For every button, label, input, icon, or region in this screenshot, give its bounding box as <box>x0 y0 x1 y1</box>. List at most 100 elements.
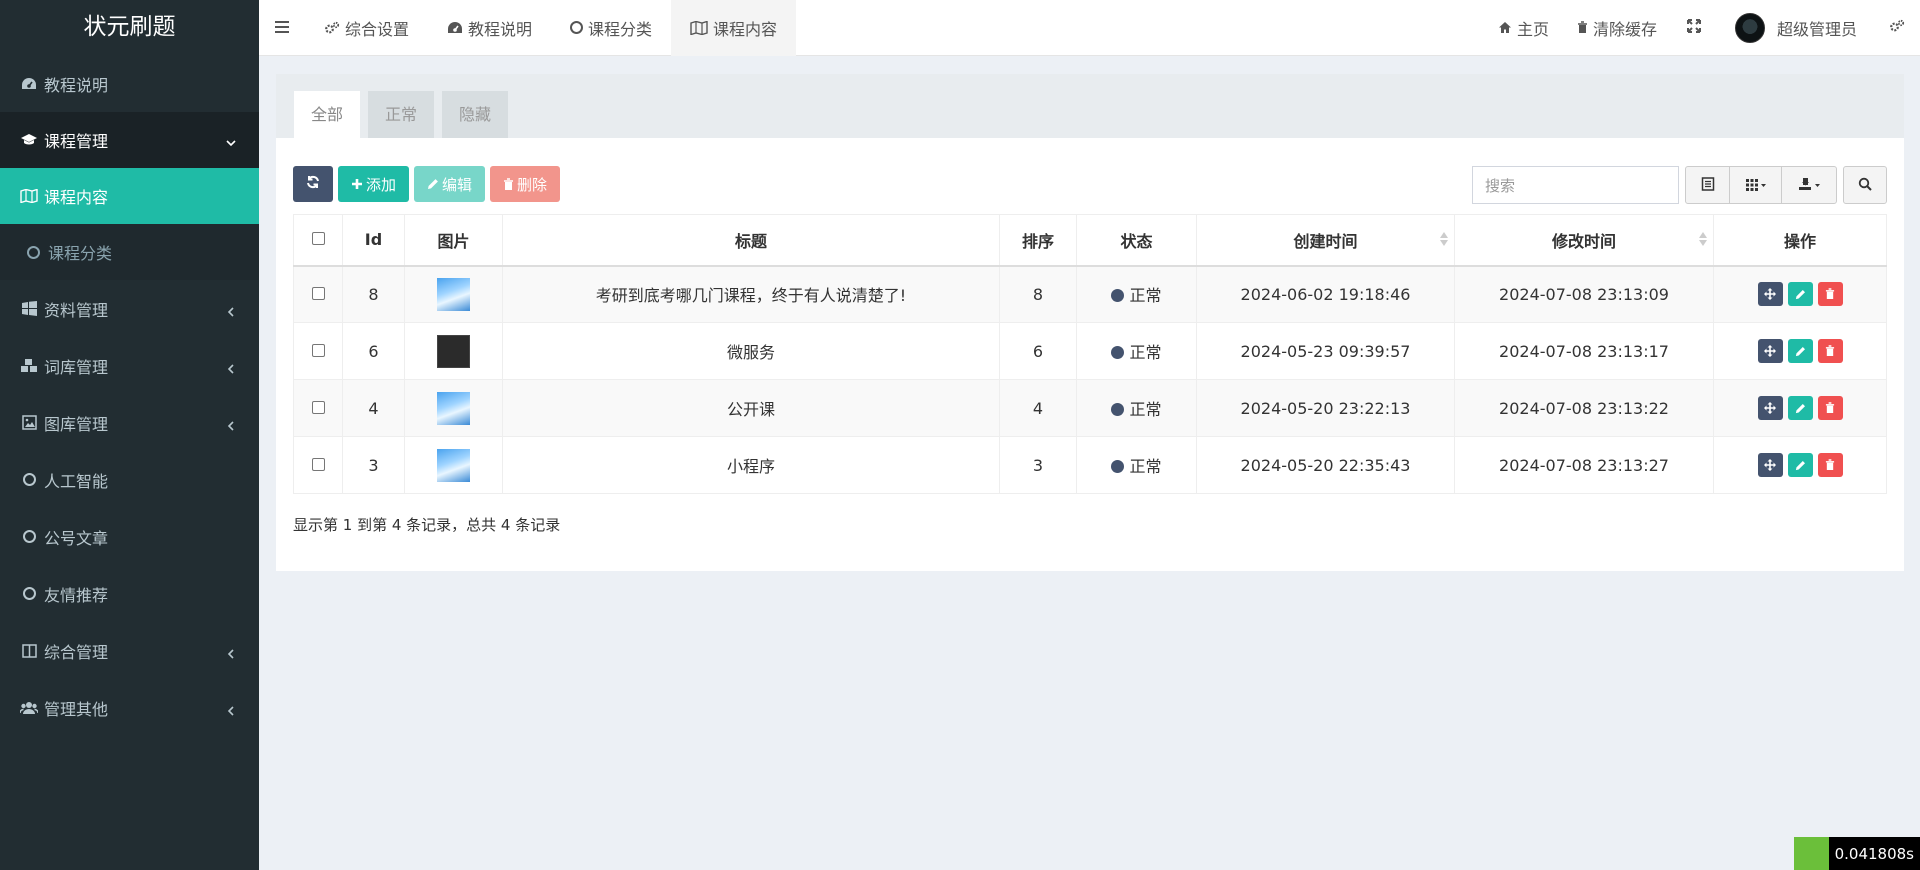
course-thumbnail[interactable] <box>437 277 470 311</box>
cell-modified: 2024-07-08 23:13:27 <box>1454 436 1714 494</box>
column-header-title: 标题 <box>502 214 1000 267</box>
row-select-cell <box>293 436 343 494</box>
drag-sort-button[interactable] <box>1757 339 1783 363</box>
bars-icon <box>275 18 289 37</box>
row-delete-button[interactable] <box>1817 453 1843 477</box>
row-checkbox[interactable] <box>311 400 325 414</box>
trash-icon <box>1825 342 1835 361</box>
content-panel: 全部 正常 隐藏 添加 编辑 删除 搜索 Id 图片 标题 排序 状态 创建时间… <box>276 74 1904 571</box>
column-header-created[interactable]: 创建时间 <box>1196 214 1455 267</box>
sidebar-item-label: 公号文章 <box>44 528 109 548</box>
delete-button[interactable]: 删除 <box>490 166 561 202</box>
circle-icon <box>570 21 584 34</box>
control-sidebar-toggle[interactable] <box>1873 0 1920 56</box>
column-header-modified[interactable]: 修改时间 <box>1454 214 1714 267</box>
clear-cache-label: 清除缓存 <box>1592 19 1657 39</box>
course-thumbnail[interactable] <box>437 448 470 482</box>
sidebar-item-label: 教程说明 <box>44 75 109 95</box>
drag-sort-button[interactable] <box>1757 282 1783 307</box>
row-edit-button[interactable] <box>1787 453 1813 477</box>
sidebar-item-tutorial[interactable]: 教程说明 <box>0 55 259 112</box>
column-header-id[interactable]: Id <box>342 214 405 267</box>
sidebar-item-gallery[interactable]: 图库管理 <box>0 394 259 451</box>
sidebar-item-other[interactable]: 管理其他 <box>0 679 259 736</box>
brand-title[interactable]: 状元刷题 <box>0 0 259 55</box>
row-checkbox[interactable] <box>311 457 325 471</box>
list-icon <box>1701 176 1715 195</box>
sidebar-item-materials[interactable]: 资料管理 <box>0 280 259 337</box>
cell-status: 正常 <box>1076 322 1197 380</box>
cell-status: 正常 <box>1076 379 1197 437</box>
users-icon <box>20 699 38 717</box>
sidebar-item-general-management[interactable]: 综合管理 <box>0 622 259 679</box>
sidebar-item-articles[interactable]: 公号文章 <box>0 508 259 565</box>
sidebar-item-ai[interactable]: 人工智能 <box>0 451 259 508</box>
column-header-label: 创建时间 <box>1293 231 1358 251</box>
sidebar-toggle-button[interactable] <box>259 0 305 56</box>
thinkphp-logo-icon[interactable] <box>1793 837 1829 870</box>
row-delete-button[interactable] <box>1817 396 1843 420</box>
home-label: 主页 <box>1516 19 1549 39</box>
course-thumbnail[interactable] <box>437 334 470 368</box>
advanced-search-button[interactable] <box>1843 166 1887 204</box>
sort-icon <box>1699 232 1707 246</box>
tab-normal[interactable]: 正常 <box>368 91 435 138</box>
columns-dropdown-button[interactable] <box>1730 167 1782 203</box>
drag-sort-button[interactable] <box>1757 396 1783 420</box>
cell-actions <box>1713 265 1887 323</box>
cell-image <box>404 436 503 494</box>
course-thumbnail[interactable] <box>437 391 470 425</box>
tab-course-content[interactable]: 课程内容 <box>671 0 797 56</box>
refresh-icon <box>306 175 320 193</box>
toggle-view-button[interactable] <box>1686 167 1730 203</box>
row-checkbox[interactable] <box>311 343 325 357</box>
cell-title: 微服务 <box>502 322 1000 380</box>
circle-icon <box>20 471 38 489</box>
graduation-cap-icon <box>20 131 38 149</box>
tab-course-category[interactable]: 课程分类 <box>551 0 671 56</box>
fullscreen-button[interactable] <box>1671 0 1723 56</box>
status-text: 正常 <box>1129 400 1162 419</box>
user-menu[interactable]: 超级管理员 <box>1723 0 1873 56</box>
row-delete-button[interactable] <box>1817 339 1843 363</box>
cell-modified: 2024-07-08 23:13:22 <box>1454 379 1714 437</box>
sidebar-item-lexicon[interactable]: 词库管理 <box>0 337 259 394</box>
tab-general-settings[interactable]: 综合设置 <box>305 0 428 56</box>
row-checkbox[interactable] <box>311 286 325 300</box>
row-select-cell <box>293 322 343 380</box>
tab-all[interactable]: 全部 <box>294 91 361 138</box>
export-dropdown-button[interactable] <box>1782 167 1836 203</box>
sidebar-item-course-content[interactable]: 课程内容 <box>0 168 259 224</box>
tab-hidden[interactable]: 隐藏 <box>442 91 509 138</box>
column-header-label: 修改时间 <box>1551 231 1616 251</box>
cell-created: 2024-05-20 22:35:43 <box>1196 436 1455 494</box>
status-dot-icon <box>1111 346 1125 359</box>
search-input[interactable]: 搜索 <box>1472 166 1679 204</box>
expand-icon <box>1686 18 1701 37</box>
cell-image <box>404 379 503 437</box>
add-button[interactable]: 添加 <box>338 166 410 202</box>
row-delete-button[interactable] <box>1817 282 1843 307</box>
refresh-button[interactable] <box>293 166 333 202</box>
clear-cache-button[interactable]: 清除缓存 <box>1563 0 1671 56</box>
cell-sort: 4 <box>999 379 1077 437</box>
table-row: 4 公开课 4 正常 2024-05-20 23:22:13 2024-07-0… <box>293 379 1887 437</box>
drag-sort-button[interactable] <box>1757 453 1783 477</box>
row-edit-button[interactable] <box>1787 282 1813 307</box>
trash-icon <box>1825 399 1835 418</box>
sidebar-item-course-management[interactable]: 课程管理 <box>0 112 259 168</box>
sidebar-item-course-category[interactable]: 课程分类 <box>0 224 259 280</box>
home-link[interactable]: 主页 <box>1484 0 1563 56</box>
row-edit-button[interactable] <box>1787 339 1813 363</box>
row-edit-button[interactable] <box>1787 396 1813 420</box>
chevron-left-icon <box>225 702 237 716</box>
trash-icon <box>1825 285 1835 304</box>
status-text: 正常 <box>1129 286 1162 306</box>
user-name: 超级管理员 <box>1776 19 1857 39</box>
cell-id: 6 <box>342 322 405 380</box>
select-all-checkbox[interactable] <box>311 232 325 246</box>
sidebar-item-friend-links[interactable]: 友情推荐 <box>0 565 259 622</box>
edit-button[interactable]: 编辑 <box>414 166 486 202</box>
sidebar-item-label: 图库管理 <box>44 414 109 434</box>
tab-tutorial[interactable]: 教程说明 <box>428 0 551 56</box>
